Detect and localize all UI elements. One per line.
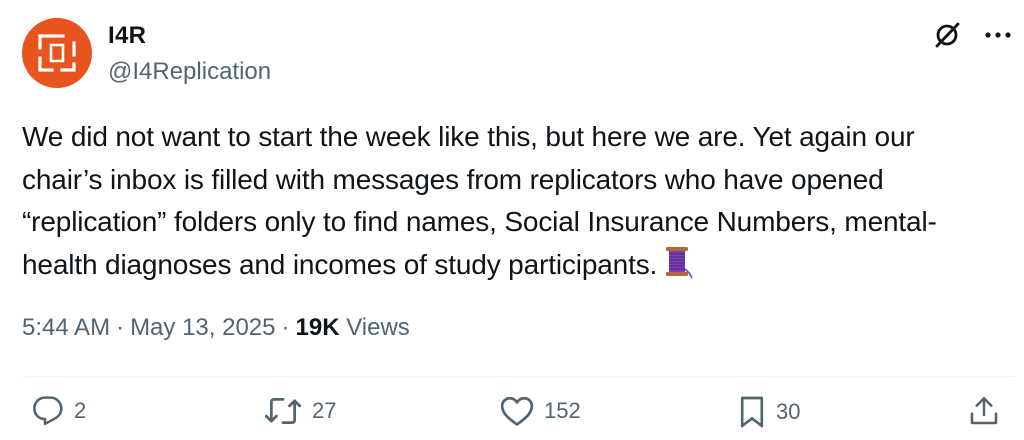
repost-count: 27 xyxy=(312,398,337,423)
header-icons xyxy=(932,20,1012,50)
action-bar: 2 27 152 30 xyxy=(0,395,1024,439)
bookmark-count: 30 xyxy=(776,399,801,424)
bookmark-button[interactable]: 30 xyxy=(738,395,800,429)
repost-button[interactable]: 27 xyxy=(264,395,336,427)
divider xyxy=(22,376,1014,377)
bookmark-icon xyxy=(740,396,764,428)
thread-spool-emoji xyxy=(663,245,693,292)
tweet-line: health diagnoses and incomes of study pa… xyxy=(22,248,658,280)
reply-button[interactable]: 2 xyxy=(32,395,86,427)
views-count[interactable]: 19K xyxy=(296,314,340,341)
logo-icon xyxy=(38,34,76,72)
like-count: 152 xyxy=(544,398,581,423)
more-icon[interactable] xyxy=(984,30,1012,40)
meta-separator: · xyxy=(116,314,125,341)
share-button[interactable] xyxy=(968,395,1000,427)
author-name[interactable]: I4R xyxy=(108,22,146,50)
tweet-line: We did not want to start the week like t… xyxy=(22,121,915,152)
avatar[interactable] xyxy=(22,18,92,88)
repost-icon xyxy=(264,397,302,425)
tweet-line-last: health diagnoses and incomes of study pa… xyxy=(22,244,1012,292)
grok-icon[interactable] xyxy=(932,20,962,50)
heart-icon xyxy=(500,396,534,426)
meta-separator: · xyxy=(281,314,290,341)
reply-count: 2 xyxy=(74,398,87,423)
like-button[interactable]: 152 xyxy=(500,395,581,427)
author-handle[interactable]: @I4Replication xyxy=(108,58,271,86)
share-icon xyxy=(970,397,998,425)
tweet-time[interactable]: 5:44 AM xyxy=(22,314,110,341)
views-label: Views xyxy=(346,314,410,341)
tweet-date[interactable]: May 13, 2025 xyxy=(130,314,275,341)
tweet-line: “replication” folders only to find names… xyxy=(22,206,937,237)
tweet-meta: 5:44 AM · May 13, 2025 · 19K Views xyxy=(22,314,410,342)
tweet-line: chair’s inbox is filled with messages fr… xyxy=(22,163,884,195)
reply-icon xyxy=(33,396,63,426)
tweet-text: We did not want to start the week like t… xyxy=(22,116,1012,291)
